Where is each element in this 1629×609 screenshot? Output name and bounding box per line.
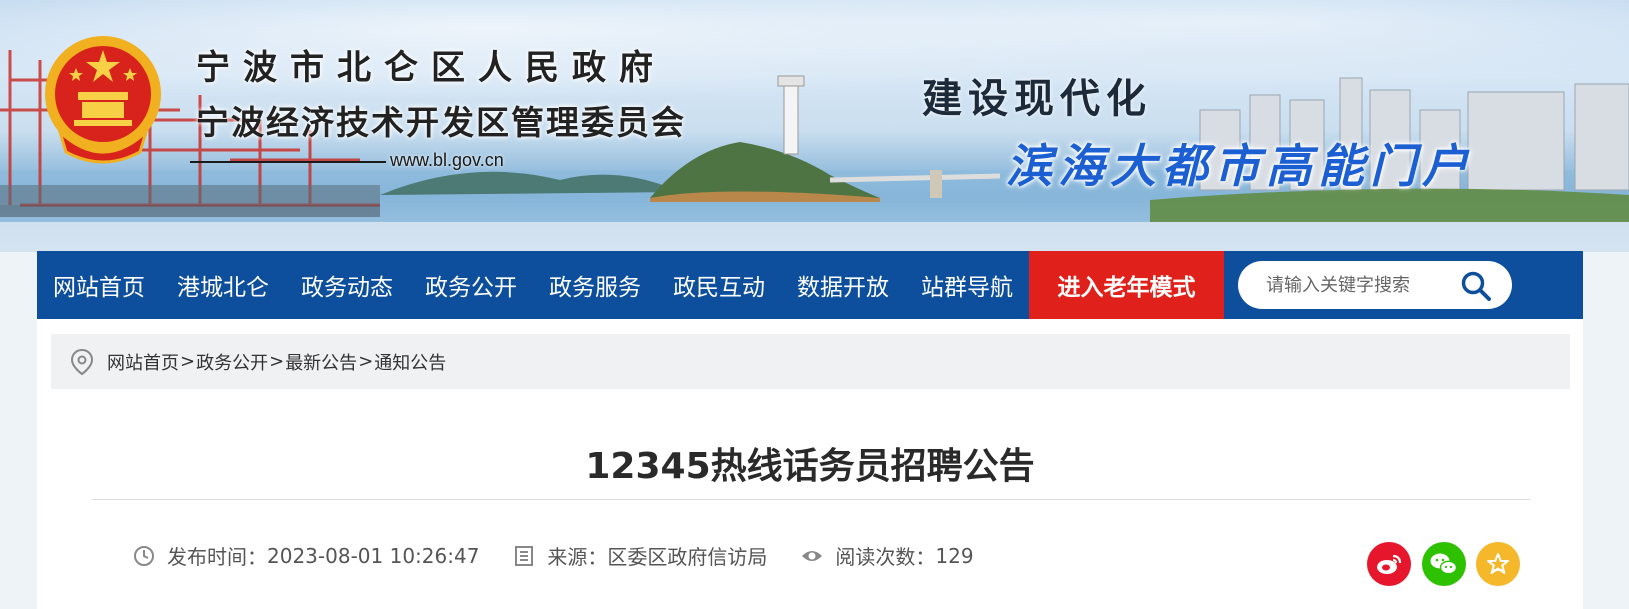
favorite-star-icon xyxy=(1487,553,1509,574)
source-group: 来源： 区委区政府信访局 xyxy=(513,541,767,570)
breadcrumb-separator: > xyxy=(358,351,374,372)
breadcrumb-latest-notices[interactable]: 最新公告 xyxy=(285,349,357,375)
weibo-icon xyxy=(1377,554,1402,574)
breadcrumb: 网站首页 > 政务公开 > 最新公告 > 通知公告 xyxy=(51,334,1570,389)
article-meta: 发布时间： 2023-08-01 10:26:47 来源： 区委区政府信访局 阅… xyxy=(133,541,1008,570)
site-url: www.bl.gov.cn xyxy=(390,150,504,170)
elder-mode-button[interactable]: 进入老年模式 xyxy=(1029,251,1224,319)
share-weibo-button[interactable] xyxy=(1367,542,1411,586)
article-title: 12345热线话务员招聘公告 xyxy=(585,446,1035,487)
breadcrumb-home[interactable]: 网站首页 xyxy=(107,349,179,375)
nav-item-gov-disclosure[interactable]: 政务公开 xyxy=(409,251,533,319)
nav-item-home[interactable]: 网站首页 xyxy=(37,251,161,319)
national-emblem-icon xyxy=(45,36,161,164)
title-divider xyxy=(92,499,1530,500)
share-wechat-button[interactable] xyxy=(1422,542,1466,586)
wechat-icon xyxy=(1430,553,1458,575)
nav-item-gov-services[interactable]: 政务服务 xyxy=(533,251,657,319)
views-label: 阅读次数： xyxy=(835,545,936,569)
breadcrumb-notices[interactable]: 通知公告 xyxy=(374,349,446,375)
document-icon xyxy=(515,545,534,566)
source-label: 来源： xyxy=(547,545,608,569)
breadcrumb-separator: > xyxy=(180,351,196,372)
search-input[interactable] xyxy=(1264,273,1468,297)
source-value: 区委区政府信访局 xyxy=(607,545,768,569)
share-favorite-button[interactable] xyxy=(1476,542,1520,586)
nav-item-open-data[interactable]: 数据开放 xyxy=(781,251,905,319)
url-underline xyxy=(190,161,386,163)
slogan-line-2: 滨海大都市高能门户 xyxy=(1006,139,1474,193)
nav-item-site-group[interactable]: 站群导航 xyxy=(905,251,1029,319)
gov-subtitle: 宁波经济技术开发区管理委员会 xyxy=(196,103,686,142)
views-value: 129 xyxy=(935,543,974,568)
breadcrumb-separator: > xyxy=(269,351,285,372)
nav-item-gov-news[interactable]: 政务动态 xyxy=(285,251,409,319)
content-panel: 网站首页 > 政务公开 > 最新公告 > 通知公告 12345热线话务员招聘公告… xyxy=(37,319,1583,609)
views-group: 阅读次数： 129 xyxy=(801,541,974,570)
main-nav: 网站首页 港城北仑 政务动态 政务公开 政务服务 政民互动 数据开放 站群导航 … xyxy=(37,251,1583,319)
clock-icon xyxy=(134,545,154,566)
site-banner: 宁波市北仑区人民政府 宁波经济技术开发区管理委员会 www.bl.gov.cn … xyxy=(0,0,1629,252)
nav-item-port-city[interactable]: 港城北仑 xyxy=(161,251,285,319)
search-icon[interactable] xyxy=(1460,270,1492,302)
gov-name: 宁波市北仑区人民政府 xyxy=(196,48,666,88)
eye-icon xyxy=(802,550,823,561)
publish-time-value: 2023-08-01 10:26:47 xyxy=(267,543,480,568)
slogan-line-1: 建设现代化 xyxy=(922,75,1152,122)
publish-time-label: 发布时间： xyxy=(167,545,267,569)
location-pin-icon xyxy=(70,348,94,375)
publish-time-group: 发布时间： 2023-08-01 10:26:47 xyxy=(133,541,479,570)
search-box xyxy=(1238,261,1512,309)
nav-item-interaction[interactable]: 政民互动 xyxy=(657,251,781,319)
breadcrumb-gov-disclosure[interactable]: 政务公开 xyxy=(196,349,268,375)
